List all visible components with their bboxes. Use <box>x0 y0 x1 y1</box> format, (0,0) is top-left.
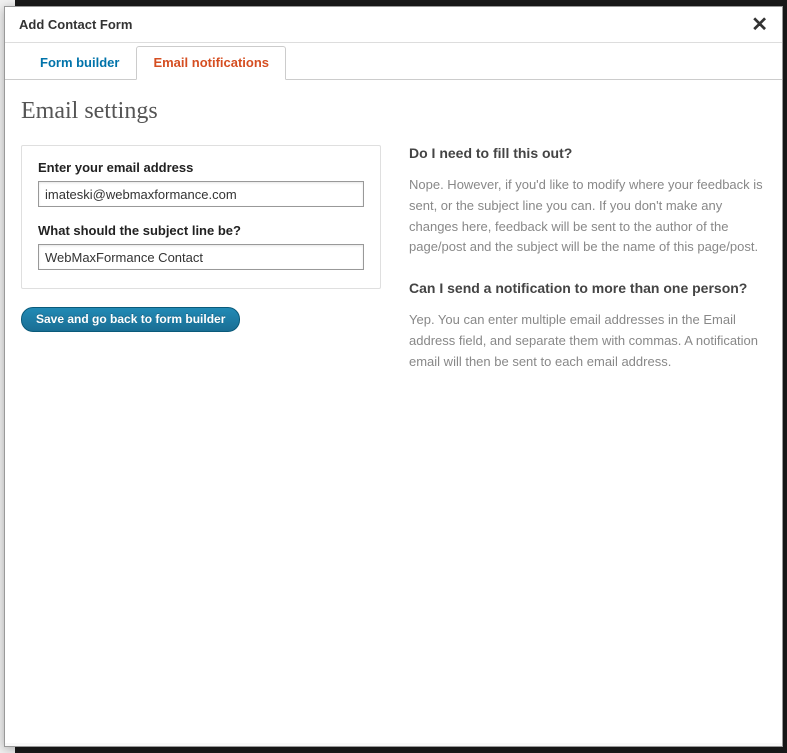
subject-field[interactable] <box>38 244 364 270</box>
help-answer-2: Yep. You can enter multiple email addres… <box>409 310 766 372</box>
modal-header: Add Contact Form ✕ <box>5 7 782 43</box>
help-question-2: Can I send a notification to more than o… <box>409 280 766 296</box>
tab-divider <box>5 79 782 80</box>
settings-column: Enter your email address What should the… <box>21 145 381 395</box>
close-icon[interactable]: ✕ <box>747 13 772 37</box>
modal-body[interactable]: Form builder Email notifications Email s… <box>5 43 782 746</box>
subject-label: What should the subject line be? <box>38 223 364 238</box>
content-columns: Enter your email address What should the… <box>5 145 782 395</box>
help-answer-1: Nope. However, if you'd like to modify w… <box>409 175 766 258</box>
modal-title: Add Contact Form <box>19 17 132 32</box>
tab-label: Form builder <box>40 55 119 70</box>
email-field[interactable] <box>38 181 364 207</box>
page-title: Email settings <box>5 80 782 145</box>
tab-email-notifications[interactable]: Email notifications <box>136 46 286 80</box>
help-question-1: Do I need to fill this out? <box>409 145 766 161</box>
email-settings-box: Enter your email address What should the… <box>21 145 381 289</box>
tab-form-builder[interactable]: Form builder <box>23 46 136 80</box>
email-label: Enter your email address <box>38 160 364 175</box>
save-button-label: Save and go back to form builder <box>36 312 225 326</box>
tab-label: Email notifications <box>153 55 269 70</box>
tab-bar: Form builder Email notifications <box>5 43 782 80</box>
save-button[interactable]: Save and go back to form builder <box>21 307 240 332</box>
add-contact-form-modal: Add Contact Form ✕ Form builder Email no… <box>4 6 783 747</box>
help-column: Do I need to fill this out? Nope. Howeve… <box>409 145 766 395</box>
